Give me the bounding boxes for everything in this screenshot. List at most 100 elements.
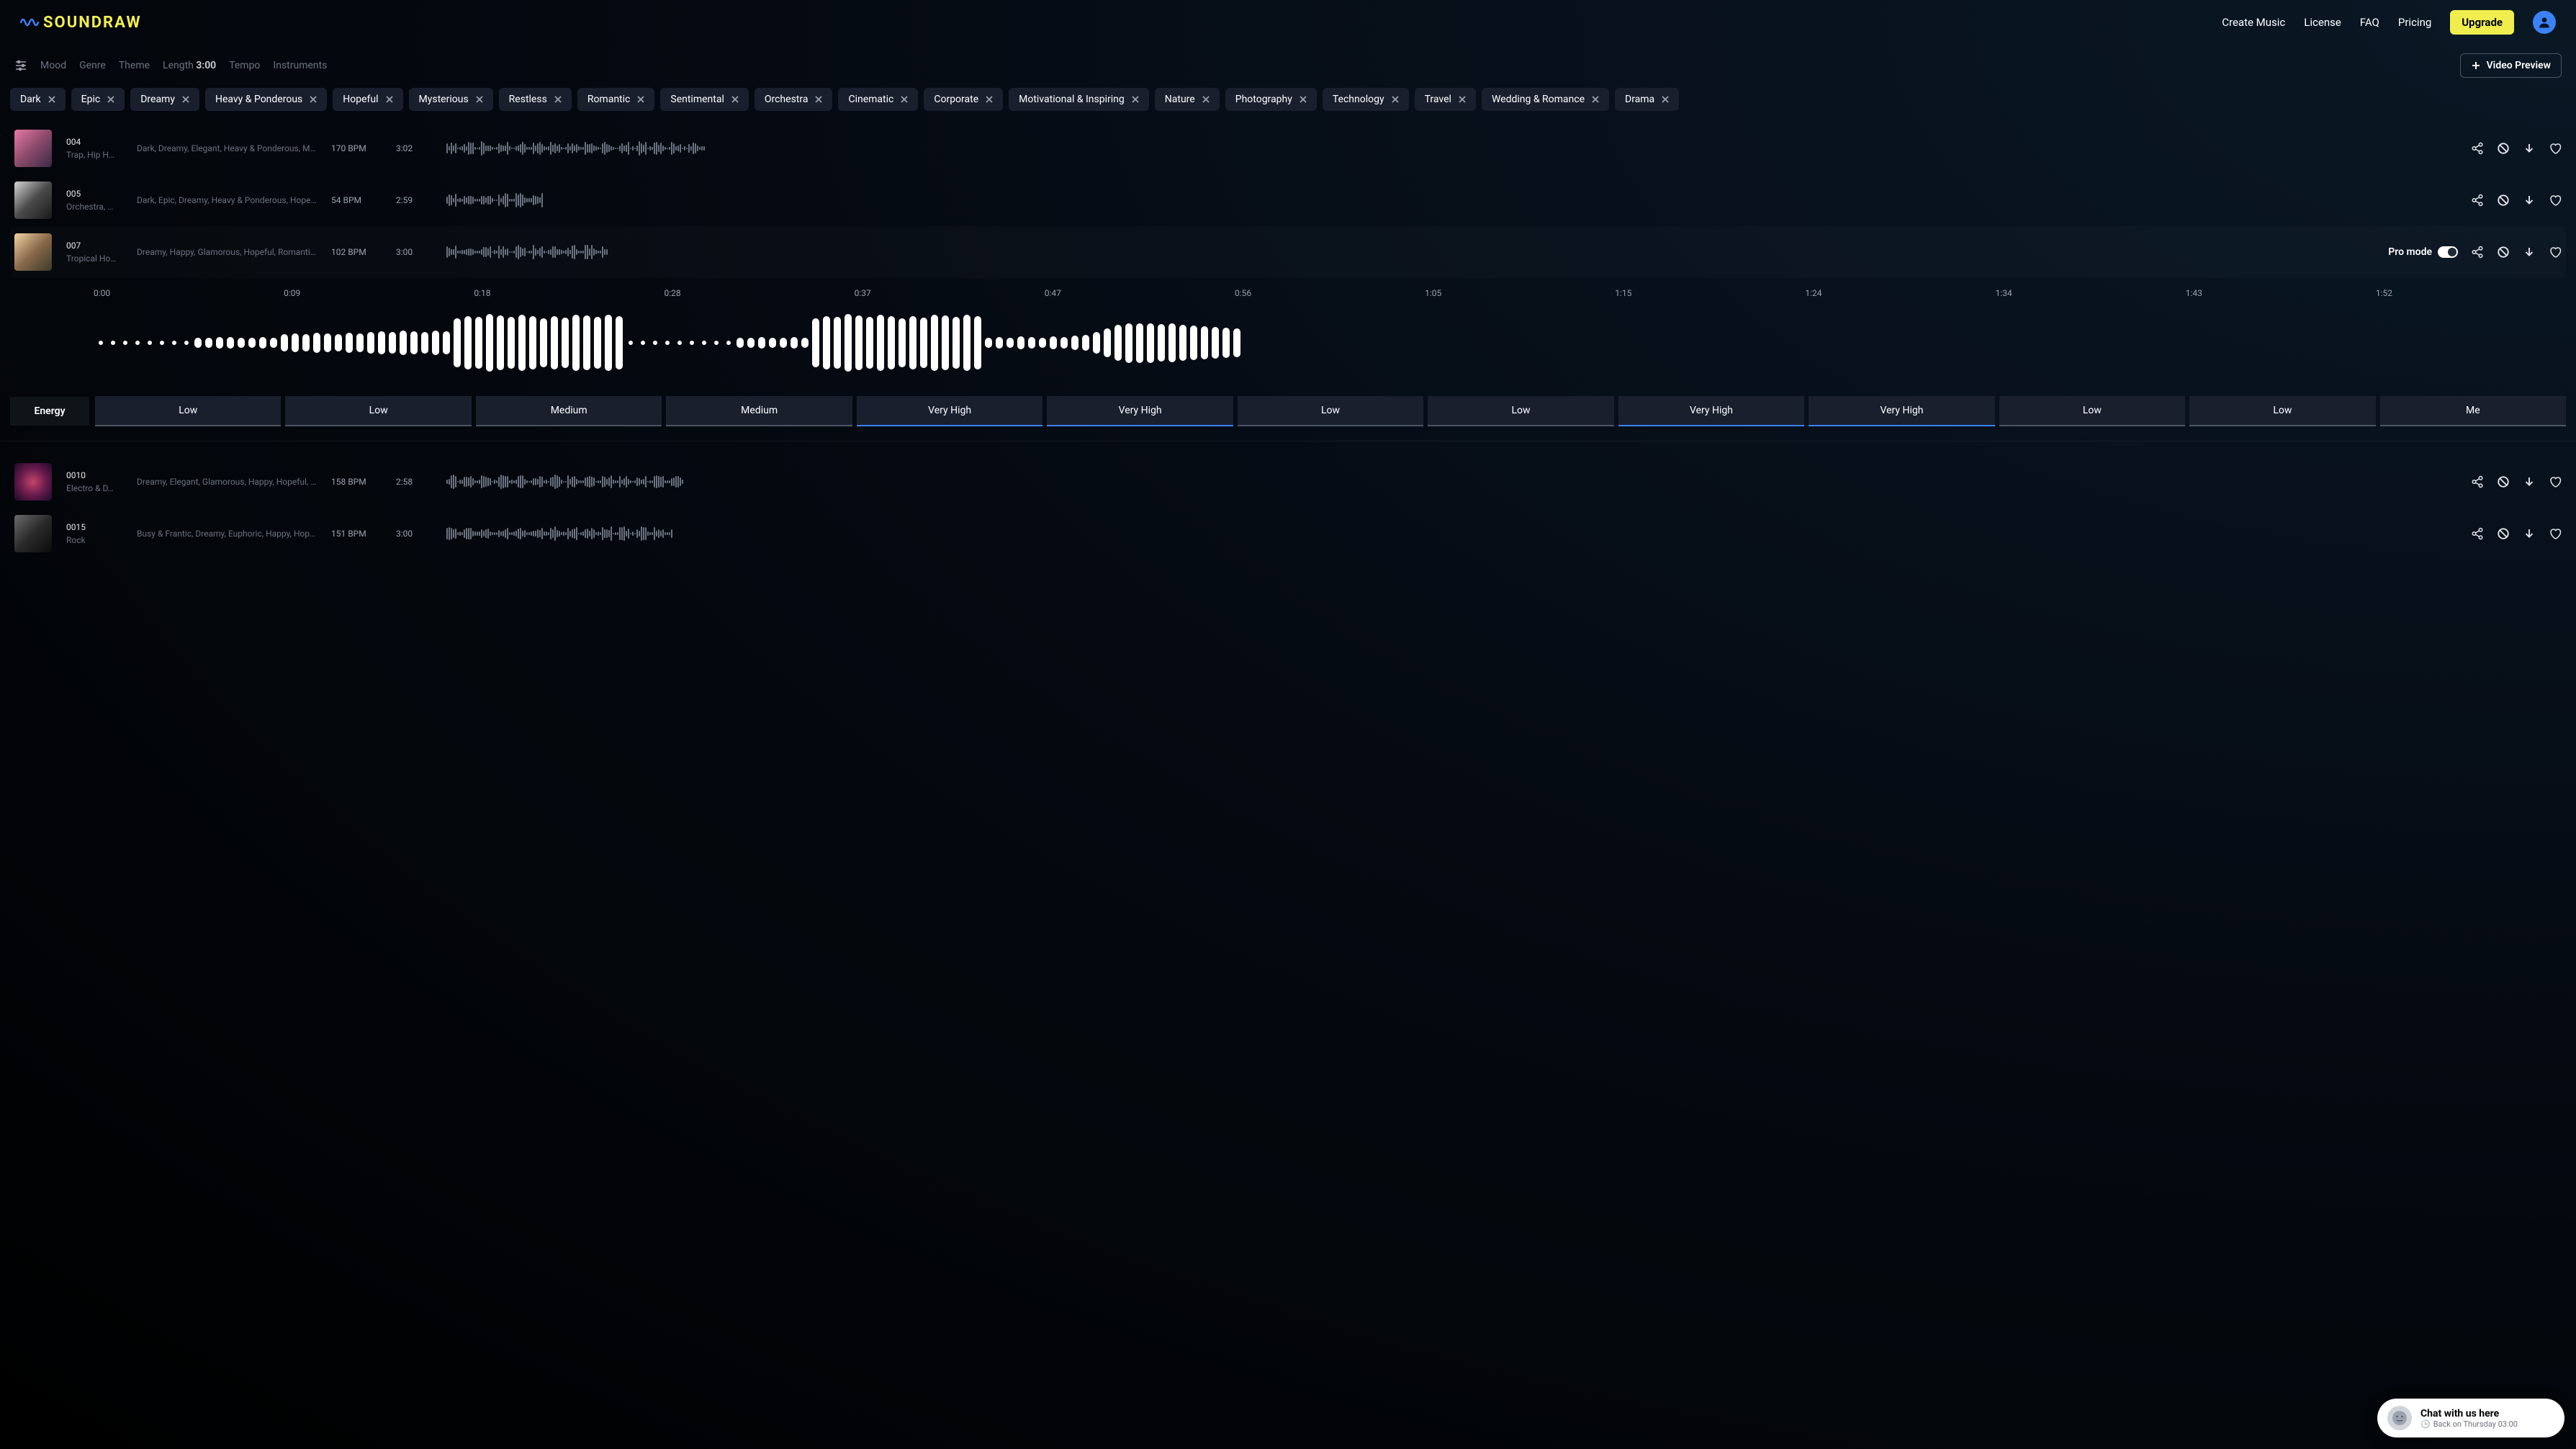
heart-icon[interactable] (2549, 475, 2562, 488)
filter-mood[interactable]: Mood (40, 60, 66, 71)
close-icon[interactable] (1392, 96, 1399, 103)
close-icon[interactable] (476, 96, 483, 103)
track-thumbnail[interactable] (14, 463, 52, 501)
close-icon[interactable] (1592, 96, 1599, 103)
energy-cell[interactable]: Low (95, 396, 281, 426)
pro-mode-toggle[interactable]: Pro mode (2388, 246, 2458, 258)
nav-create-music[interactable]: Create Music (2222, 16, 2285, 29)
download-icon[interactable] (2523, 194, 2536, 207)
track-thumbnail[interactable] (14, 181, 52, 219)
tag-dark[interactable]: Dark (10, 88, 66, 111)
tag-wedding-romance[interactable]: Wedding & Romance (1482, 88, 1609, 111)
refresh-icon[interactable] (2497, 475, 2510, 488)
tag-sentimental[interactable]: Sentimental (660, 88, 748, 111)
tag-cinematic[interactable]: Cinematic (838, 88, 918, 111)
download-icon[interactable] (2523, 475, 2536, 488)
logo[interactable]: SOUNDRAW (20, 14, 142, 32)
close-icon[interactable] (1459, 96, 1466, 103)
filter-genre[interactable]: Genre (79, 60, 106, 71)
filter-theme[interactable]: Theme (119, 60, 150, 71)
video-preview-button[interactable]: Video Preview (2460, 53, 2562, 78)
close-icon[interactable] (815, 96, 822, 103)
track-waveform[interactable] (446, 470, 2456, 493)
close-icon[interactable] (48, 96, 55, 103)
tag-corporate[interactable]: Corporate (924, 88, 1003, 111)
tag-photography[interactable]: Photography (1225, 88, 1317, 111)
track-waveform[interactable] (446, 189, 2456, 212)
energy-cell[interactable]: Low (1999, 396, 2185, 426)
tag-dreamy[interactable]: Dreamy (130, 88, 199, 111)
energy-cell[interactable]: Very High (1047, 396, 1233, 426)
chat-widget[interactable]: Chat with us here 🕒 Back on Thursday 03:… (2377, 1399, 2564, 1437)
tag-drama[interactable]: Drama (1615, 88, 1679, 111)
close-icon[interactable] (182, 96, 189, 103)
share-icon[interactable] (2471, 527, 2484, 540)
close-icon[interactable] (637, 96, 644, 103)
tag-heavy-ponderous[interactable]: Heavy & Ponderous (205, 88, 327, 111)
track-row[interactable]: 005 Orchestra, … Dark, Epic, Dreamy, Hea… (10, 174, 2566, 226)
track-row[interactable]: 007 Tropical Ho… Dreamy, Happy, Glamorou… (10, 226, 2566, 278)
track-waveform[interactable] (446, 241, 2374, 264)
close-icon[interactable] (386, 96, 393, 103)
track-waveform[interactable] (446, 137, 2456, 160)
tag-orchestra[interactable]: Orchestra (755, 88, 833, 111)
close-icon[interactable] (986, 96, 993, 103)
heart-icon[interactable] (2549, 527, 2562, 540)
share-icon[interactable] (2471, 194, 2484, 207)
nav-license[interactable]: License (2304, 16, 2341, 29)
tag-mysterious[interactable]: Mysterious (409, 88, 493, 111)
heart-icon[interactable] (2549, 194, 2562, 207)
toggle-switch[interactable] (2438, 246, 2458, 258)
close-icon[interactable] (1132, 96, 1139, 103)
energy-cell[interactable]: Low (1238, 396, 1423, 426)
track-row[interactable]: 004 Trap, Hip H… Dark, Dreamy, Elegant, … (10, 122, 2566, 174)
track-thumbnail[interactable] (14, 130, 52, 167)
refresh-icon[interactable] (2497, 246, 2510, 259)
energy-cell[interactable]: Medium (476, 396, 662, 426)
tag-epic[interactable]: Epic (71, 88, 125, 111)
share-icon[interactable] (2471, 246, 2484, 259)
filter-tempo[interactable]: Tempo (229, 60, 260, 71)
user-avatar[interactable] (2533, 11, 2556, 34)
energy-cell[interactable]: Very High (1618, 396, 1804, 426)
energy-cell[interactable]: Very High (857, 396, 1042, 426)
download-icon[interactable] (2523, 246, 2536, 259)
tag-travel[interactable]: Travel (1415, 88, 1476, 111)
tag-nature[interactable]: Nature (1155, 88, 1220, 111)
energy-cell[interactable]: Low (1428, 396, 1613, 426)
energy-cell[interactable]: Very High (1809, 396, 1994, 426)
refresh-icon[interactable] (2497, 194, 2510, 207)
energy-cell[interactable]: Low (285, 396, 471, 426)
energy-cell[interactable]: Me (2380, 396, 2566, 426)
track-row[interactable]: 0015 Rock Busy & Frantic, Dreamy, Euphor… (10, 508, 2566, 560)
download-icon[interactable] (2523, 527, 2536, 540)
refresh-icon[interactable] (2497, 527, 2510, 540)
close-icon[interactable] (1300, 96, 1307, 103)
tag-restless[interactable]: Restless (499, 88, 572, 111)
close-icon[interactable] (1662, 96, 1669, 103)
filter-sliders-icon[interactable] (14, 59, 27, 72)
upgrade-button[interactable]: Upgrade (2450, 10, 2514, 35)
nav-pricing[interactable]: Pricing (2398, 16, 2431, 29)
heart-icon[interactable] (2549, 142, 2562, 155)
close-icon[interactable] (554, 96, 562, 103)
track-thumbnail[interactable] (14, 233, 52, 271)
close-icon[interactable] (310, 96, 317, 103)
waveform-large[interactable] (10, 307, 2566, 379)
refresh-icon[interactable] (2497, 142, 2510, 155)
track-waveform[interactable] (446, 522, 2456, 545)
tag-technology[interactable]: Technology (1323, 88, 1409, 111)
tag-hopeful[interactable]: Hopeful (333, 88, 402, 111)
close-icon[interactable] (1202, 96, 1210, 103)
track-thumbnail[interactable] (14, 515, 52, 552)
energy-cell[interactable]: Medium (666, 396, 852, 426)
filter-length[interactable]: Length 3:00 (163, 60, 216, 71)
share-icon[interactable] (2471, 475, 2484, 488)
track-row[interactable]: 0010 Electro & D… Dreamy, Elegant, Glamo… (10, 456, 2566, 508)
heart-icon[interactable] (2549, 246, 2562, 259)
nav-faq[interactable]: FAQ (2360, 16, 2379, 29)
energy-cell[interactable]: Low (2189, 396, 2375, 426)
close-icon[interactable] (107, 96, 114, 103)
close-icon[interactable] (731, 96, 739, 103)
download-icon[interactable] (2523, 142, 2536, 155)
